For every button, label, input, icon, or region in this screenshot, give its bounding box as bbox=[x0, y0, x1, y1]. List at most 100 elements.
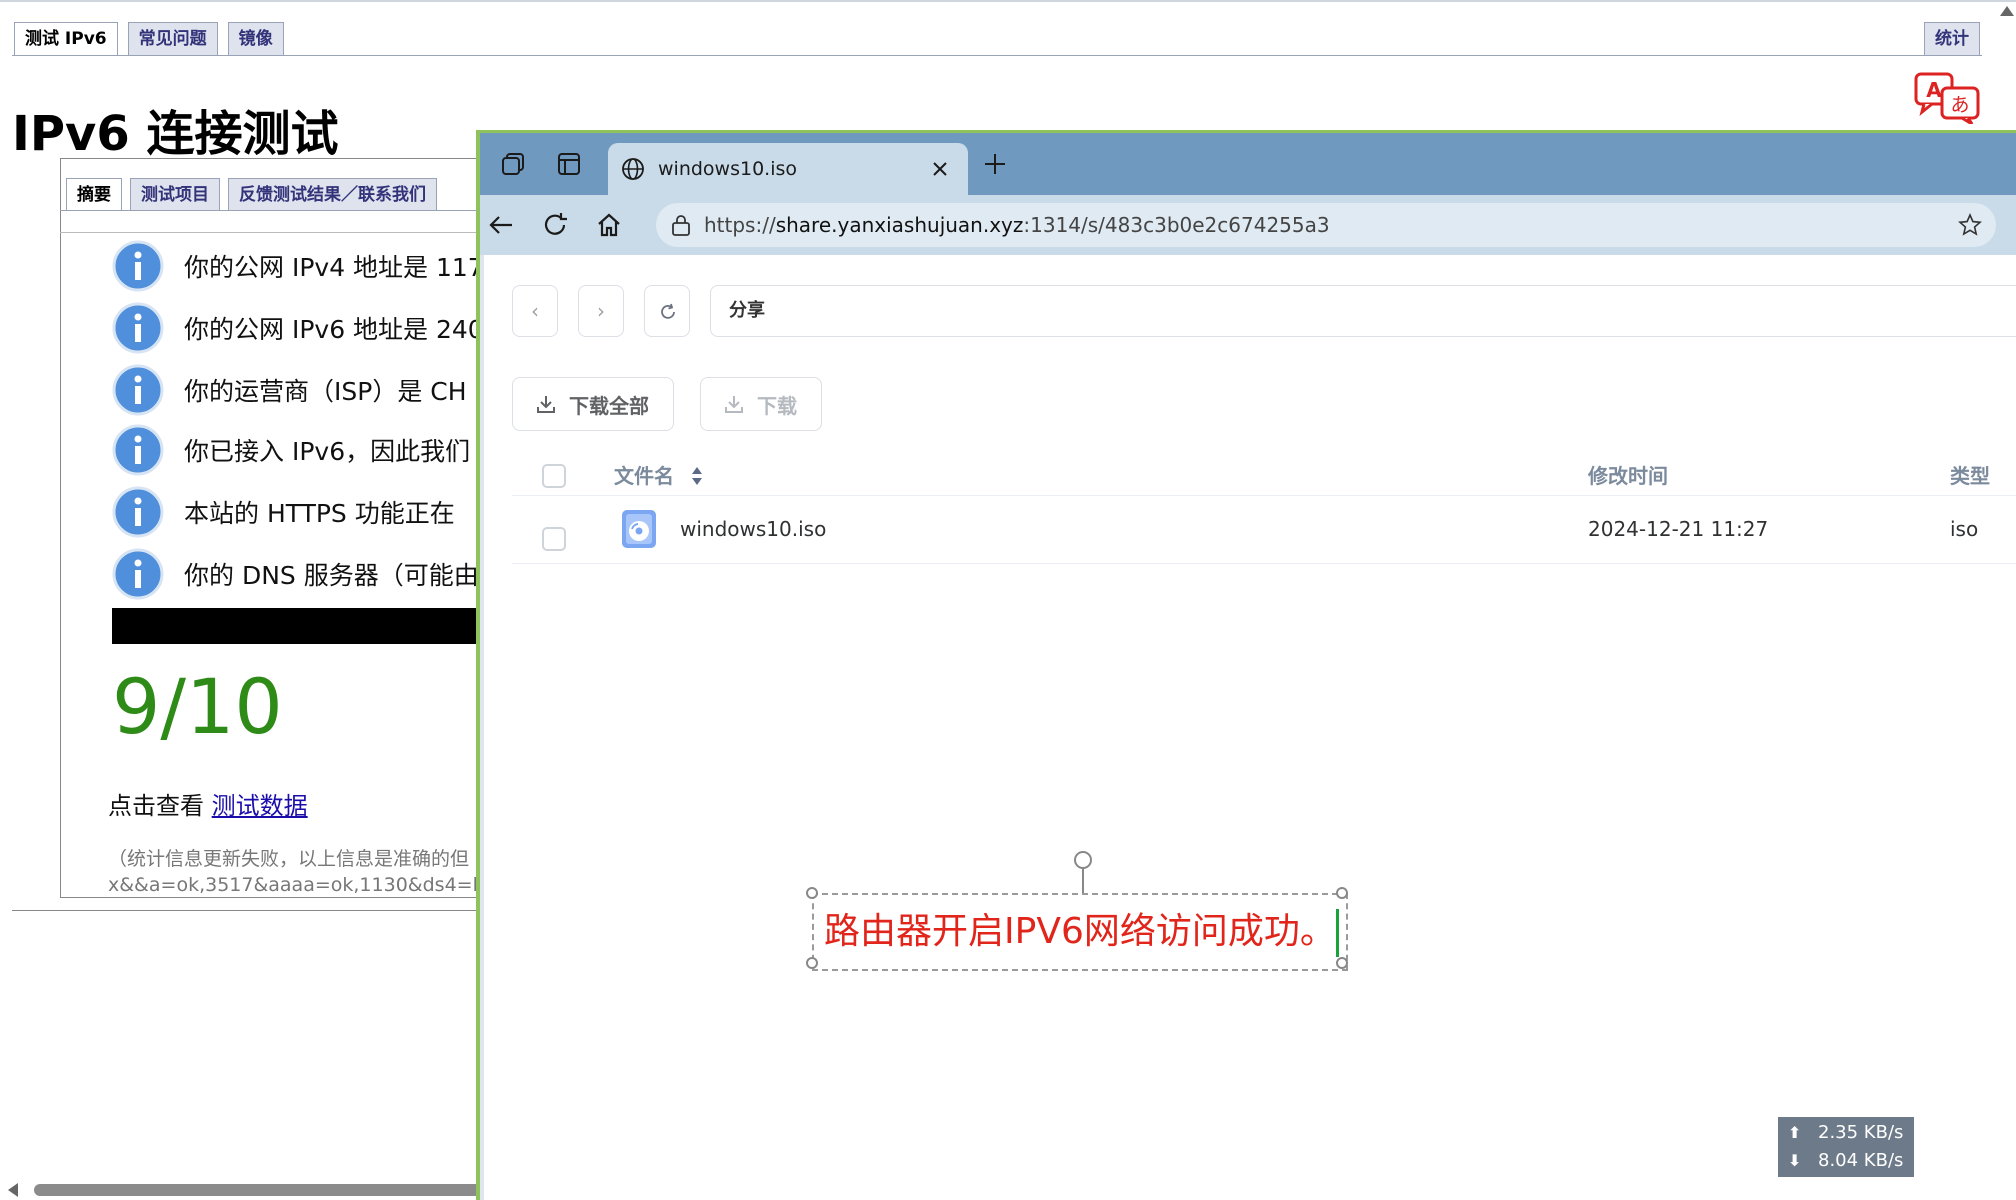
svg-text:A: A bbox=[1926, 78, 1942, 102]
resize-handle-top-left[interactable] bbox=[806, 887, 818, 899]
site-nav-tabs: 测试 IPv6 常见问题 镜像 bbox=[14, 22, 284, 55]
header-divider bbox=[512, 495, 2016, 496]
home-icon[interactable] bbox=[594, 210, 624, 240]
share-page: ‹ › 分享 下载全部 下载 文件名 修改时间 类型 windows10.iso… bbox=[480, 255, 2016, 1200]
network-speed-widget: ⬆ 2.35 KB/s ⬇ 8.04 KB/s bbox=[1778, 1117, 1914, 1177]
resize-handle-bottom-right[interactable] bbox=[1336, 957, 1348, 969]
translate-icon[interactable]: A あ bbox=[1914, 72, 1982, 124]
url-path: :1314/s/483c3b0e2c674255a3 bbox=[1023, 213, 1330, 237]
info-text: 你已接入 IPv6，因此我们 bbox=[184, 437, 471, 466]
breadcrumb: 分享 bbox=[710, 285, 2016, 337]
column-header-name[interactable]: 文件名 bbox=[614, 461, 674, 491]
window-top-border bbox=[0, 0, 2016, 2]
page-divider bbox=[12, 910, 482, 911]
new-tab-plus-icon[interactable] bbox=[980, 149, 1010, 179]
globe-icon bbox=[622, 158, 644, 180]
download-label: 下载 bbox=[757, 393, 797, 418]
tabs-divider bbox=[12, 55, 1982, 56]
info-row-ipv6-access: 你已接入 IPv6，因此我们 bbox=[112, 424, 470, 476]
favorite-star-icon[interactable] bbox=[1958, 213, 1982, 237]
download-icon bbox=[537, 396, 555, 413]
tab-stats[interactable]: 统计 bbox=[1924, 22, 1980, 55]
lock-icon[interactable] bbox=[670, 213, 692, 237]
nav-back-button[interactable]: ‹ bbox=[512, 285, 558, 337]
tab-test-items[interactable]: 测试项目 bbox=[130, 178, 220, 210]
test-data-link[interactable]: 测试数据 bbox=[212, 792, 308, 820]
info-icon bbox=[112, 364, 164, 416]
text-caret bbox=[1336, 909, 1339, 957]
download-icon bbox=[725, 396, 743, 413]
download-speed: 8.04 KB/s bbox=[1818, 1150, 1904, 1171]
info-icon bbox=[112, 302, 164, 354]
scroll-up-arrow-icon[interactable] bbox=[2000, 6, 2014, 16]
column-header-type[interactable]: 类型 bbox=[1950, 461, 1990, 491]
tab-summary[interactable]: 摘要 bbox=[66, 178, 122, 210]
info-text: 你的 DNS 服务器（可能由 bbox=[184, 561, 479, 590]
annotation-text[interactable]: 路由器开启IPV6网络访问成功。 bbox=[824, 907, 1336, 957]
info-text: 你的公网 IPv6 地址是 240 bbox=[184, 315, 484, 344]
info-row-ipv4: 你的公网 IPv4 地址是 117 bbox=[112, 240, 484, 292]
workspaces-icon[interactable] bbox=[498, 149, 528, 179]
stats-params: x&&a=ok,3517&aaaa=ok,1130&ds4=bad,1 bbox=[108, 874, 527, 896]
browser-tab-active[interactable]: windows10.iso bbox=[608, 143, 968, 195]
resize-handle-bottom-left[interactable] bbox=[806, 957, 818, 969]
tab-mirrors[interactable]: 镜像 bbox=[227, 22, 284, 55]
upload-arrow-icon: ⬆ bbox=[1788, 1123, 1802, 1142]
reload-icon[interactable] bbox=[540, 210, 570, 240]
disc-image-file-icon bbox=[622, 510, 656, 548]
tab-strip: windows10.iso bbox=[480, 133, 2016, 195]
column-header-modified[interactable]: 修改时间 bbox=[1588, 461, 1668, 491]
upload-speed-line: ⬆ 2.35 KB/s bbox=[1778, 1119, 1914, 1147]
row-divider bbox=[512, 563, 2016, 564]
results-tabs: 摘要 测试项目 反馈测试结果／联系我们 bbox=[66, 178, 437, 210]
info-row-dns: 你的 DNS 服务器（可能由 bbox=[112, 548, 479, 600]
tab-faq[interactable]: 常见问题 bbox=[127, 22, 218, 55]
info-text: 本站的 HTTPS 功能正在 bbox=[184, 499, 455, 528]
upload-speed: 2.35 KB/s bbox=[1818, 1122, 1904, 1143]
url-text: https://share.yanxiashujuan.xyz:1314/s/4… bbox=[704, 212, 1330, 238]
results-tabs-divider bbox=[60, 210, 480, 211]
nav-forward-button[interactable]: › bbox=[578, 285, 624, 337]
info-icon bbox=[112, 424, 164, 476]
tab-test-ipv6[interactable]: 测试 IPv6 bbox=[14, 22, 118, 55]
info-icon bbox=[112, 486, 164, 538]
url-scheme: https:// bbox=[704, 213, 776, 237]
download-arrow-icon: ⬇ bbox=[1788, 1151, 1802, 1170]
resize-handle-top-right[interactable] bbox=[1336, 887, 1348, 899]
download-button[interactable]: 下载 bbox=[700, 377, 822, 431]
refresh-icon bbox=[661, 303, 675, 319]
text-annotation[interactable]: 路由器开启IPV6网络访问成功。 bbox=[806, 887, 1348, 971]
refresh-button[interactable] bbox=[644, 285, 690, 337]
file-type: iso bbox=[1950, 517, 1979, 541]
row-checkbox[interactable] bbox=[542, 527, 566, 551]
select-all-checkbox[interactable] bbox=[542, 464, 566, 488]
browser-window: windows10.iso https://share.yanxiashujua… bbox=[476, 130, 2016, 1200]
info-text: 你的运营商（ISP）是 CH bbox=[184, 377, 467, 406]
tab-actions-icon[interactable] bbox=[554, 149, 584, 179]
breadcrumb-share[interactable]: 分享 bbox=[729, 286, 765, 336]
scroll-left-arrow-icon[interactable] bbox=[8, 1183, 18, 1197]
page-title: IPv6 连接测试 bbox=[12, 106, 339, 162]
file-name[interactable]: windows10.iso bbox=[680, 515, 826, 543]
info-row-ipv6: 你的公网 IPv6 地址是 240 bbox=[112, 302, 484, 354]
horizontal-scrollbar[interactable] bbox=[34, 1184, 484, 1196]
sort-arrows-icon[interactable] bbox=[690, 465, 704, 487]
rotate-handle[interactable] bbox=[1074, 851, 1092, 869]
address-bar: https://share.yanxiashujuan.xyz:1314/s/4… bbox=[480, 195, 2016, 255]
browser-tab-title: windows10.iso bbox=[658, 158, 798, 180]
info-row-https: 本站的 HTTPS 功能正在 bbox=[112, 486, 455, 538]
rotate-handle-stem bbox=[1082, 867, 1084, 893]
url-field[interactable]: https://share.yanxiashujuan.xyz:1314/s/4… bbox=[656, 203, 1996, 247]
tab-feedback[interactable]: 反馈测试结果／联系我们 bbox=[228, 178, 437, 210]
redaction-bar bbox=[112, 608, 482, 644]
download-all-button[interactable]: 下载全部 bbox=[512, 377, 674, 431]
back-arrow-icon[interactable] bbox=[486, 210, 516, 240]
stats-note: （统计信息更新失败，以上信息是准确的但 bbox=[108, 848, 470, 870]
results-content-divider bbox=[60, 232, 480, 233]
details-prefix: 点击查看 bbox=[108, 792, 204, 820]
svg-text:あ: あ bbox=[1950, 94, 1969, 116]
chevron-right-icon: › bbox=[597, 299, 605, 323]
close-icon[interactable] bbox=[928, 157, 952, 181]
chevron-left-icon: ‹ bbox=[531, 299, 539, 323]
info-row-isp: 你的运营商（ISP）是 CH bbox=[112, 364, 467, 416]
